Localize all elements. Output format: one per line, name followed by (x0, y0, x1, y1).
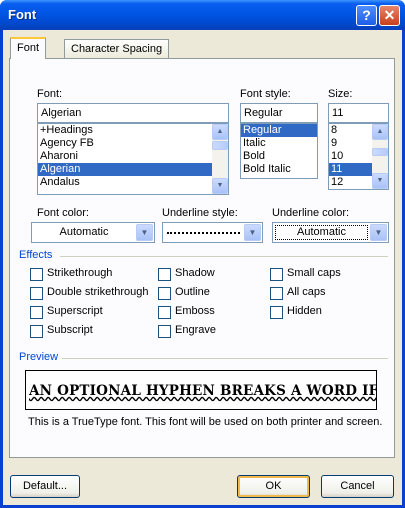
list-item[interactable]: +Headings (38, 124, 228, 137)
checkbox[interactable] (270, 268, 283, 281)
checkbox-label[interactable]: Emboss (175, 305, 215, 317)
checkbox[interactable] (158, 306, 171, 319)
chevron-down-icon[interactable]: ▼ (370, 224, 387, 241)
checkbox[interactable] (158, 287, 171, 300)
underline-style-label: Underline style: (162, 207, 238, 219)
list-item[interactable]: Algerian (38, 163, 228, 176)
underline-style-dropdown[interactable]: ▼ (162, 222, 263, 243)
scroll-up-icon[interactable]: ▲ (212, 124, 228, 140)
size-label: Size: (328, 88, 353, 100)
checkbox-label[interactable]: Double strikethrough (47, 286, 149, 298)
checkbox-label[interactable]: Shadow (175, 267, 215, 279)
list-item[interactable]: Regular (241, 124, 317, 137)
list-item[interactable]: Bold (241, 150, 317, 163)
checkbox-label[interactable]: Outline (175, 286, 210, 298)
checkbox[interactable] (30, 268, 43, 281)
list-item[interactable]: Italic (241, 137, 317, 150)
tab-page-font: Font: Algerian +Headings Agency FB Aharoni… (9, 58, 395, 458)
tab-character-spacing-label: Character Spacing (71, 43, 163, 55)
tab-font-label: Font (17, 42, 40, 54)
font-dialog: Font ? ✕ Font Character Spacing Font: Al… (0, 0, 405, 508)
close-icon: ✕ (383, 7, 396, 23)
checkbox-label[interactable]: Hidden (287, 305, 322, 317)
list-item[interactable]: Andalus (38, 176, 228, 189)
preview-note: This is a TrueType font. This font will … (28, 416, 383, 428)
tab-font[interactable]: Font (10, 37, 47, 59)
font-style-label: Font style: (240, 88, 291, 100)
chevron-down-icon[interactable]: ▼ (136, 224, 153, 241)
checkbox[interactable] (270, 306, 283, 319)
checkbox-label[interactable]: Subscript (47, 324, 93, 336)
underline-color-dropdown[interactable]: Automatic ▼ (272, 222, 389, 243)
scroll-down-icon[interactable]: ▼ (372, 173, 388, 189)
tab-character-spacing[interactable]: Character Spacing (64, 39, 170, 59)
preview-box: AN OPTIONAL HYPHEN BREAKS A WORD IF IT F… (25, 370, 377, 410)
checkbox[interactable] (158, 268, 171, 281)
ok-button[interactable]: OK (237, 475, 310, 498)
default-button[interactable]: Default... (10, 475, 80, 498)
list-item[interactable]: Bold Italic (241, 163, 317, 176)
size-list-scrollbar[interactable]: ▲ ▼ (372, 124, 388, 189)
checkbox[interactable] (158, 325, 171, 338)
scroll-down-icon[interactable]: ▼ (212, 178, 228, 194)
list-item[interactable]: Aharoni (38, 150, 228, 163)
checkbox-label[interactable]: Engrave (175, 324, 216, 336)
font-list-scrollbar[interactable]: ▲ ▼ (212, 124, 228, 194)
scroll-up-icon[interactable]: ▲ (372, 124, 388, 140)
checkbox-label[interactable]: Superscript (47, 305, 103, 317)
font-style-input[interactable]: Regular (240, 103, 318, 123)
help-icon: ? (362, 7, 371, 23)
preview-divider (62, 358, 388, 359)
checkbox[interactable] (30, 287, 43, 300)
checkbox-label[interactable]: Strikethrough (47, 267, 112, 279)
size-list[interactable]: 8 9 10 11 12 ▲ ▼ (328, 123, 389, 190)
list-item[interactable]: Agency FB (38, 137, 228, 150)
underline-color-value: Automatic (275, 225, 368, 240)
preview-section-title: Preview (19, 351, 59, 363)
window-title: Font (8, 7, 37, 22)
preview-sample-text: AN OPTIONAL HYPHEN BREAKS A WORD IF IT F… (29, 383, 377, 399)
chevron-down-icon[interactable]: ▼ (244, 224, 261, 241)
wavy-underline-swatch (167, 232, 240, 235)
font-color-value: Automatic (59, 226, 109, 238)
scroll-thumb[interactable] (212, 141, 228, 150)
size-input[interactable]: 11 (328, 103, 389, 123)
title-bar[interactable]: Font ? ✕ (0, 0, 405, 30)
close-button[interactable]: ✕ (379, 5, 400, 26)
checkbox[interactable] (270, 287, 283, 300)
scroll-thumb[interactable] (372, 148, 388, 156)
cancel-button[interactable]: Cancel (321, 475, 394, 498)
font-list[interactable]: +Headings Agency FB Aharoni Algerian Andalus… (37, 123, 229, 195)
font-label: Font: (37, 88, 63, 100)
effects-divider (60, 256, 388, 257)
font-input[interactable]: Algerian (37, 103, 229, 123)
checkbox-label[interactable]: All caps (287, 286, 326, 298)
underline-color-label: Underline color: (272, 207, 350, 219)
font-style-list[interactable]: Regular Italic Bold Bold Italic (240, 123, 318, 179)
dialog-client: Font Character Spacing Font: Algerian +H… (3, 30, 402, 505)
checkbox-label[interactable]: Small caps (287, 267, 341, 279)
checkbox[interactable] (30, 325, 43, 338)
checkbox[interactable] (30, 306, 43, 319)
font-color-dropdown[interactable]: Automatic ▼ (31, 222, 155, 243)
help-button[interactable]: ? (356, 5, 377, 26)
effects-section-title: Effects (19, 249, 53, 261)
font-color-label: Font color: (37, 207, 89, 219)
